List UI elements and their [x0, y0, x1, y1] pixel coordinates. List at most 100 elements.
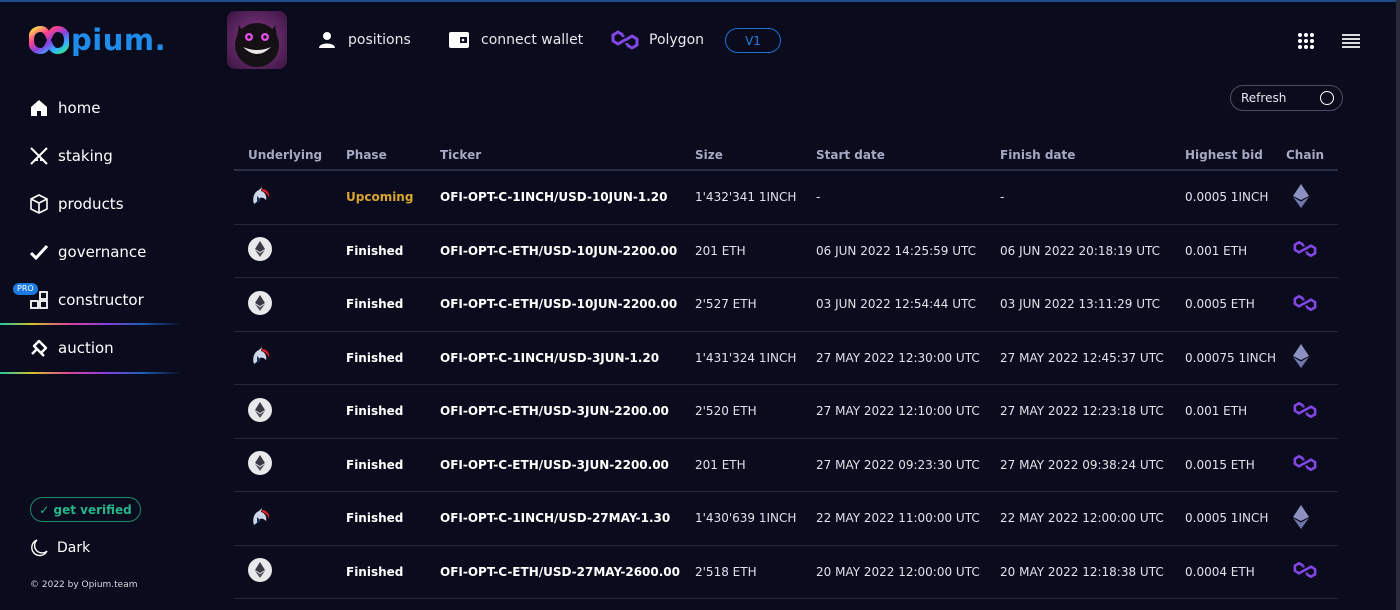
highest-bid-cell: 0.0005 1INCH [1185, 190, 1269, 205]
col-start-date[interactable]: Start date [816, 148, 1000, 162]
chain-cell [1286, 344, 1338, 371]
underlying-cell [234, 237, 346, 264]
finish-date-cell: 27 MAY 2022 12:45:37 UTC [1000, 350, 1164, 365]
ticker-cell[interactable]: OFI-OPT-C-ETH/USD-3JUN-2200.00 [440, 404, 695, 418]
col-highest-bid[interactable]: Highest bid [1185, 148, 1286, 162]
polygon-chain-icon [1292, 292, 1318, 317]
sidebar-item-auction[interactable]: auction [0, 324, 185, 372]
ticker-cell[interactable]: OFI-OPT-C-1INCH/USD-3JUN-1.20 [440, 351, 695, 365]
size-cell: 201 ETH [695, 243, 746, 258]
highest-bid-cell: 0.001 ETH [1185, 243, 1248, 258]
connect-wallet-button[interactable]: connect wallet [449, 28, 583, 52]
positions-link[interactable]: positions [318, 28, 411, 52]
table-row[interactable]: Finished OFI-OPT-C-1INCH/USD-27MAY-1.30 1'… [234, 492, 1338, 546]
finish-date-cell: 27 MAY 2022 09:38:24 UTC [1000, 457, 1164, 472]
phase-cell: Upcoming [346, 190, 414, 205]
table-row[interactable]: Upcoming OFI-OPT-C-1INCH/USD-10JUN-1.20 1'… [234, 171, 1338, 225]
col-chain[interactable]: Chain [1286, 148, 1338, 162]
copyright: © 2022 by Opium.team [30, 580, 138, 590]
col-finish-date[interactable]: Finish date [1000, 148, 1185, 162]
ticker-cell[interactable]: OFI-OPT-C-ETH/USD-3JUN-2200.00 [440, 458, 695, 472]
polygon-icon [611, 30, 639, 50]
table-row[interactable]: Finished OFI-OPT-C-ETH/USD-27MAY-2600.00 2… [234, 546, 1338, 599]
hamburger-menu-button[interactable] [1342, 34, 1360, 48]
ticker-cell[interactable]: OFI-OPT-C-ETH/USD-10JUN-2200.00 [440, 297, 695, 311]
col-size[interactable]: Size [695, 148, 816, 162]
ticker-cell[interactable]: OFI-OPT-C-1INCH/USD-10JUN-1.20 [440, 190, 695, 204]
table-row[interactable]: Finished OFI-OPT-C-ETH/USD-3JUN-2200.00 20… [234, 439, 1338, 492]
apps-grid-button[interactable] [1297, 32, 1315, 50]
table-body: Upcoming OFI-OPT-C-1INCH/USD-10JUN-1.20 1'… [234, 171, 1338, 599]
ethereum-chain-icon [1292, 344, 1310, 371]
chain-cell [1286, 292, 1338, 317]
apps-grid-icon [1298, 33, 1314, 49]
connect-wallet-label: connect wallet [481, 32, 584, 48]
sidebar-item-staking[interactable]: staking [0, 132, 185, 180]
oneinch-token-icon [248, 507, 272, 532]
avatar[interactable] [227, 11, 287, 69]
ticker-cell[interactable]: OFI-OPT-C-ETH/USD-10JUN-2200.00 [440, 244, 695, 258]
sidebar: home staking products governance PRO con… [0, 84, 185, 374]
size-cell: 1'432'341 1INCH [695, 190, 797, 205]
finish-date-cell: 27 MAY 2022 12:23:18 UTC [1000, 404, 1164, 419]
theme-label: Dark [57, 540, 91, 556]
opium-logo[interactable]: pium. [29, 24, 166, 56]
menu-icon [1342, 34, 1360, 36]
eth-token-icon [248, 451, 272, 478]
chain-cell [1286, 399, 1338, 424]
sidebar-item-label: staking [58, 147, 113, 165]
scrollbar[interactable] [1396, 0, 1400, 610]
table-row[interactable]: Finished OFI-OPT-C-ETH/USD-10JUN-2200.00 2… [234, 278, 1338, 332]
logo-ring-icon [29, 25, 69, 55]
ethereum-chain-icon [1292, 183, 1310, 211]
table-row[interactable]: Finished OFI-OPT-C-1INCH/USD-3JUN-1.20 1'4… [234, 332, 1338, 385]
chain-cell [1286, 559, 1338, 584]
start-date-cell: 22 MAY 2022 11:00:00 UTC [816, 511, 980, 526]
sidebar-item-label: home [58, 99, 101, 117]
wallet-icon [449, 32, 469, 48]
highest-bid-cell: 0.0005 ETH [1185, 297, 1255, 312]
get-verified-button[interactable]: ✓ get verified [30, 497, 141, 522]
size-cell: 1'430'639 1INCH [695, 511, 797, 526]
refresh-indicator-icon [1320, 91, 1334, 105]
col-ticker[interactable]: Ticker [440, 148, 695, 162]
col-phase[interactable]: Phase [346, 148, 440, 162]
phase-cell: Finished [346, 297, 404, 312]
sidebar-item-home[interactable]: home [0, 84, 185, 132]
start-date-cell: 06 JUN 2022 14:25:59 UTC [816, 243, 977, 258]
highest-bid-cell: 0.0004 ETH [1185, 564, 1255, 579]
col-underlying[interactable]: Underlying [234, 148, 346, 162]
start-date-cell: 27 MAY 2022 09:23:30 UTC [816, 457, 980, 472]
table-row[interactable]: Finished OFI-OPT-C-ETH/USD-10JUN-2200.00 2… [234, 225, 1338, 278]
ticker-cell[interactable]: OFI-OPT-C-1INCH/USD-27MAY-1.30 [440, 511, 695, 525]
chain-cell [1286, 504, 1338, 532]
refresh-label: Refresh [1241, 91, 1287, 105]
polygon-chain-icon [1292, 559, 1318, 584]
version-button[interactable]: V1 [725, 28, 781, 53]
eth-token-icon [248, 558, 272, 585]
finish-date-cell: 20 MAY 2022 12:18:38 UTC [1000, 564, 1164, 579]
size-cell: 1'431'324 1INCH [695, 350, 797, 365]
table-row[interactable]: Finished OFI-OPT-C-ETH/USD-3JUN-2200.00 2'… [234, 385, 1338, 439]
chain-cell [1286, 238, 1338, 263]
highest-bid-cell: 0.001 ETH [1185, 404, 1248, 419]
eth-token-icon [248, 237, 272, 264]
sidebar-item-constructor[interactable]: PRO constructor [0, 276, 185, 324]
underlying-cell [234, 558, 346, 585]
staking-icon [29, 146, 49, 166]
refresh-toggle[interactable]: Refresh [1230, 85, 1343, 111]
size-cell: 2'518 ETH [695, 564, 757, 579]
table-header: Underlying Phase Ticker Size Start date … [234, 140, 1338, 171]
phase-cell: Finished [346, 564, 404, 579]
network-selector[interactable]: Polygon [610, 28, 704, 52]
theme-toggle[interactable]: Dark [30, 537, 90, 559]
size-cell: 2'520 ETH [695, 404, 757, 419]
sidebar-item-governance[interactable]: governance [0, 228, 185, 276]
auctions-table: Underlying Phase Ticker Size Start date … [234, 140, 1338, 599]
phase-cell: Finished [346, 511, 404, 526]
ticker-cell[interactable]: OFI-OPT-C-ETH/USD-27MAY-2600.00 [440, 565, 695, 579]
highest-bid-cell: 0.0015 ETH [1185, 457, 1255, 472]
pro-badge: PRO [13, 283, 38, 295]
home-icon [29, 98, 49, 118]
sidebar-item-products[interactable]: products [0, 180, 185, 228]
